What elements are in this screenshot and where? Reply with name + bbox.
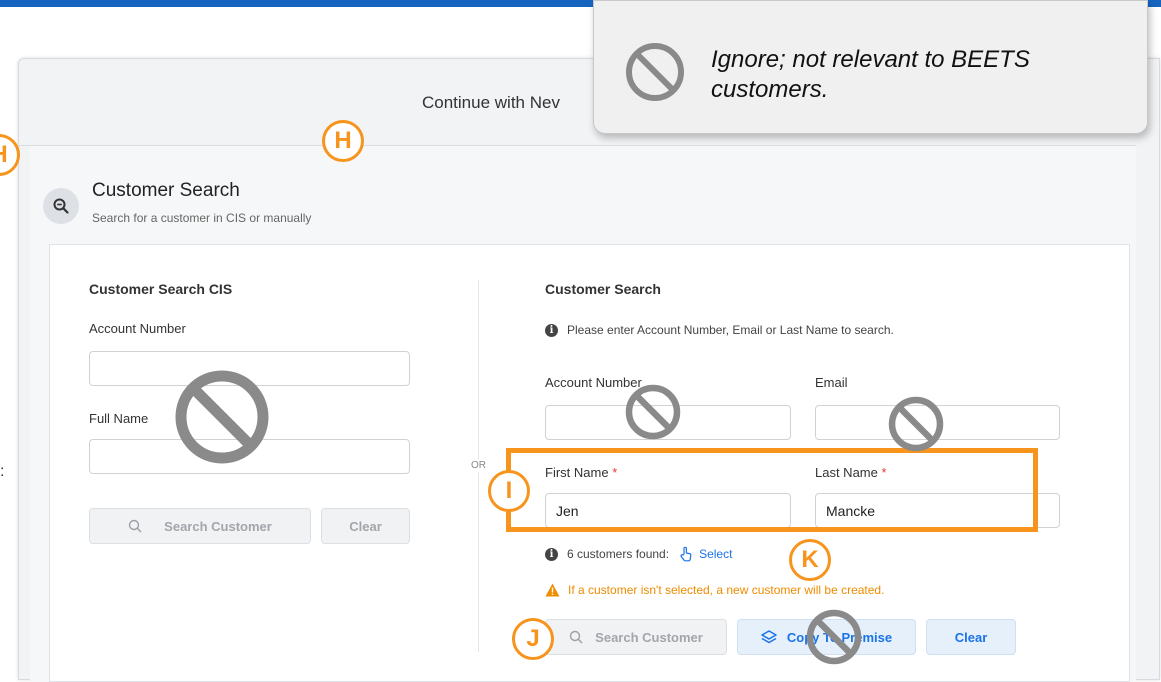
ignore-callout-text: Ignore; not relevant to BEETS customers. [711,46,1030,103]
pointer-hand-icon [680,546,692,562]
cis-full-name-label: Full Name [89,411,149,426]
select-customer-link[interactable]: Select [678,546,732,562]
annotation-marker-h: H [322,120,364,162]
no-entry-icon [888,396,944,452]
warning-icon [545,583,560,597]
no-entry-icon [806,609,862,665]
manual-panel-title: Customer Search [545,281,661,297]
no-entry-icon [625,384,681,440]
customer-search-icon [43,188,79,224]
no-entry-icon [626,43,684,101]
search-icon [128,519,142,533]
manual-search-customer-button[interactable]: Search Customer [545,619,727,655]
continue-with-new-heading: Continue with Nev [422,93,560,112]
or-separator: OR [469,459,488,472]
info-icon: i [545,547,558,561]
manual-info-line: i Please enter Account Number, Email or … [545,323,894,337]
cis-search-customer-button[interactable]: Search Customer [89,508,311,544]
customers-found-text: 6 customers found: [567,547,670,561]
cis-panel-title: Customer Search CIS [89,281,233,297]
annotation-marker-h-left: H [0,134,20,176]
annotation-marker-j: J [512,618,554,660]
info-icon: i [545,323,558,337]
cis-clear-button[interactable]: Clear [321,508,410,544]
customer-search-subtitle: Search for a customer in CIS or manually [92,211,312,225]
cis-search-customer-label: Search Customer [164,518,272,534]
manual-account-number-label: Account Number [545,375,642,390]
customers-found-line: i 6 customers found: Select [545,546,732,562]
select-link-text: Select [699,547,733,561]
warning-text: If a customer isn't selected, a new cust… [568,583,885,597]
name-fields-highlight-box [506,448,1038,532]
screenshot-root: Continue with Nev Customer Search Search… [0,0,1161,682]
no-entry-icon [175,370,269,464]
annotation-marker-i: I [488,470,530,512]
manual-search-customer-label: Search Customer [595,629,703,645]
cis-account-number-label: Account Number [89,321,186,336]
left-edge-fragment: : [0,463,5,480]
layers-icon [761,630,777,644]
new-customer-warning: If a customer isn't selected, a new cust… [545,583,884,597]
customer-search-title: Customer Search [92,180,240,201]
annotation-marker-k: K [789,539,831,581]
manual-info-text: Please enter Account Number, Email or La… [567,323,894,337]
manual-email-label: Email [815,375,848,390]
search-icon [569,630,583,644]
manual-clear-button[interactable]: Clear [926,619,1016,655]
